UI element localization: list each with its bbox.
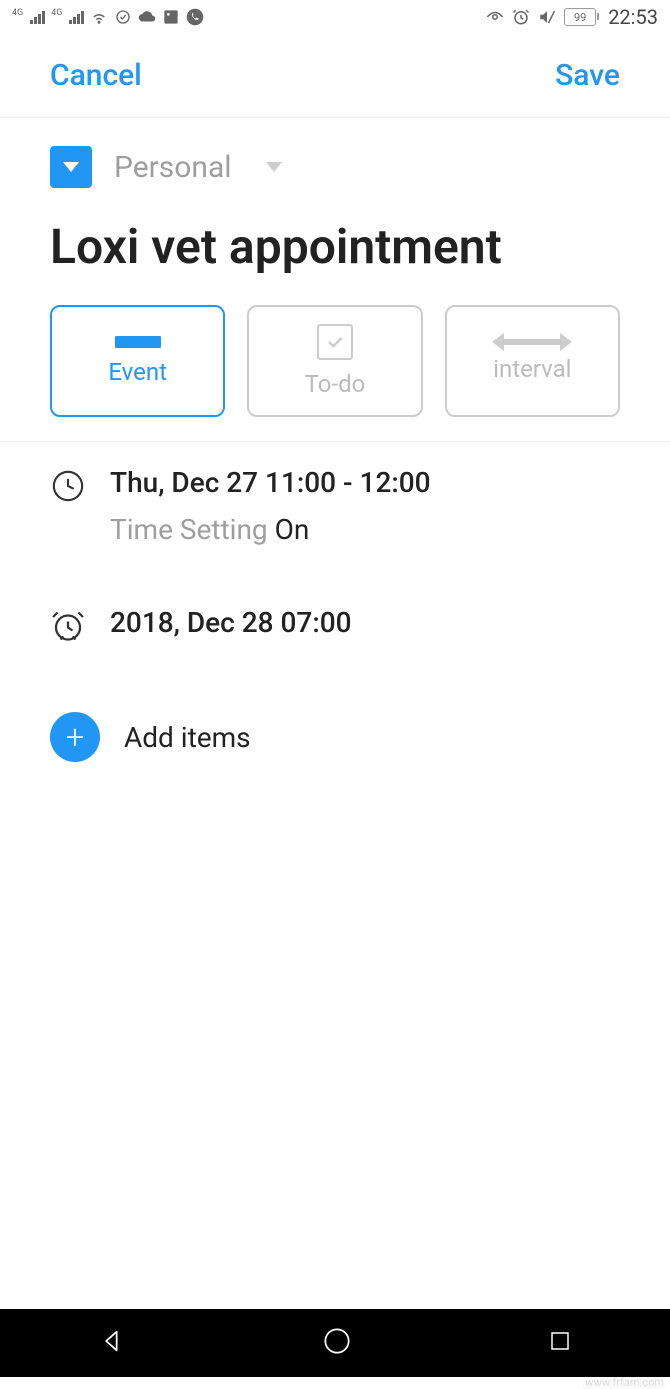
- save-button[interactable]: Save: [555, 58, 620, 93]
- tab-todo-label: To-do: [305, 370, 366, 398]
- tab-event-label: Event: [108, 358, 167, 386]
- cloud-icon: [138, 8, 156, 26]
- tab-event[interactable]: Event: [50, 305, 225, 417]
- eye-icon: [486, 8, 504, 26]
- reminder-row[interactable]: 2018, Dec 28 07:00: [0, 582, 670, 644]
- alarm-status-icon: [512, 8, 530, 26]
- recent-button[interactable]: [548, 1329, 572, 1357]
- back-button[interactable]: [98, 1327, 126, 1359]
- signal-icon-1: [30, 10, 45, 24]
- add-items-label: Add items: [124, 721, 251, 754]
- tab-interval[interactable]: interval: [445, 305, 620, 417]
- type-tabs: Event To-do interval: [0, 285, 670, 442]
- tab-interval-label: interval: [493, 355, 571, 383]
- add-items-button[interactable]: + Add items: [0, 674, 670, 800]
- network-label-2: 4G: [51, 8, 62, 18]
- clock-time: 22:53: [608, 5, 658, 29]
- time-row[interactable]: Thu, Dec 27 11:00 - 12:00 Time Setting O…: [0, 442, 670, 546]
- phone-icon: [186, 8, 204, 26]
- battery-icon: 99: [564, 8, 596, 26]
- mute-icon: [538, 8, 556, 26]
- plus-icon: +: [50, 712, 100, 762]
- chevron-down-icon: [63, 162, 79, 172]
- image-icon: [162, 8, 180, 26]
- category-selector[interactable]: Personal: [0, 118, 670, 198]
- sync-icon: [114, 8, 132, 26]
- category-label: Personal: [114, 150, 232, 185]
- status-left: 4G 4G: [12, 8, 204, 26]
- watermark: www.frfam.com: [583, 1376, 666, 1389]
- header: Cancel Save: [0, 34, 670, 118]
- tab-todo[interactable]: To-do: [247, 305, 422, 417]
- status-right: 99 22:53: [486, 5, 658, 29]
- alarm-icon: [50, 608, 86, 644]
- category-color-box[interactable]: [50, 146, 92, 188]
- time-setting-value: On: [275, 513, 310, 546]
- checkbox-icon: [317, 324, 353, 360]
- event-icon: [115, 336, 161, 348]
- event-datetime: Thu, Dec 27 11:00 - 12:00: [110, 466, 620, 499]
- time-setting-label: Time Setting: [110, 513, 268, 546]
- cancel-button[interactable]: Cancel: [50, 58, 142, 93]
- navigation-bar: [0, 1309, 670, 1377]
- event-title-input[interactable]: Loxi vet appointment: [0, 198, 670, 285]
- clock-icon: [50, 468, 86, 504]
- interval-icon: [502, 339, 562, 345]
- home-button[interactable]: [323, 1327, 351, 1359]
- reminder-datetime: 2018, Dec 28 07:00: [110, 606, 620, 639]
- status-bar: 4G 4G 99 22:: [0, 0, 670, 34]
- signal-icon-2: [69, 10, 84, 24]
- time-setting-row[interactable]: Time Setting On: [110, 513, 620, 546]
- network-label-1: 4G: [12, 8, 23, 18]
- dropdown-caret-icon: [266, 162, 282, 172]
- wifi-icon: [90, 8, 108, 26]
